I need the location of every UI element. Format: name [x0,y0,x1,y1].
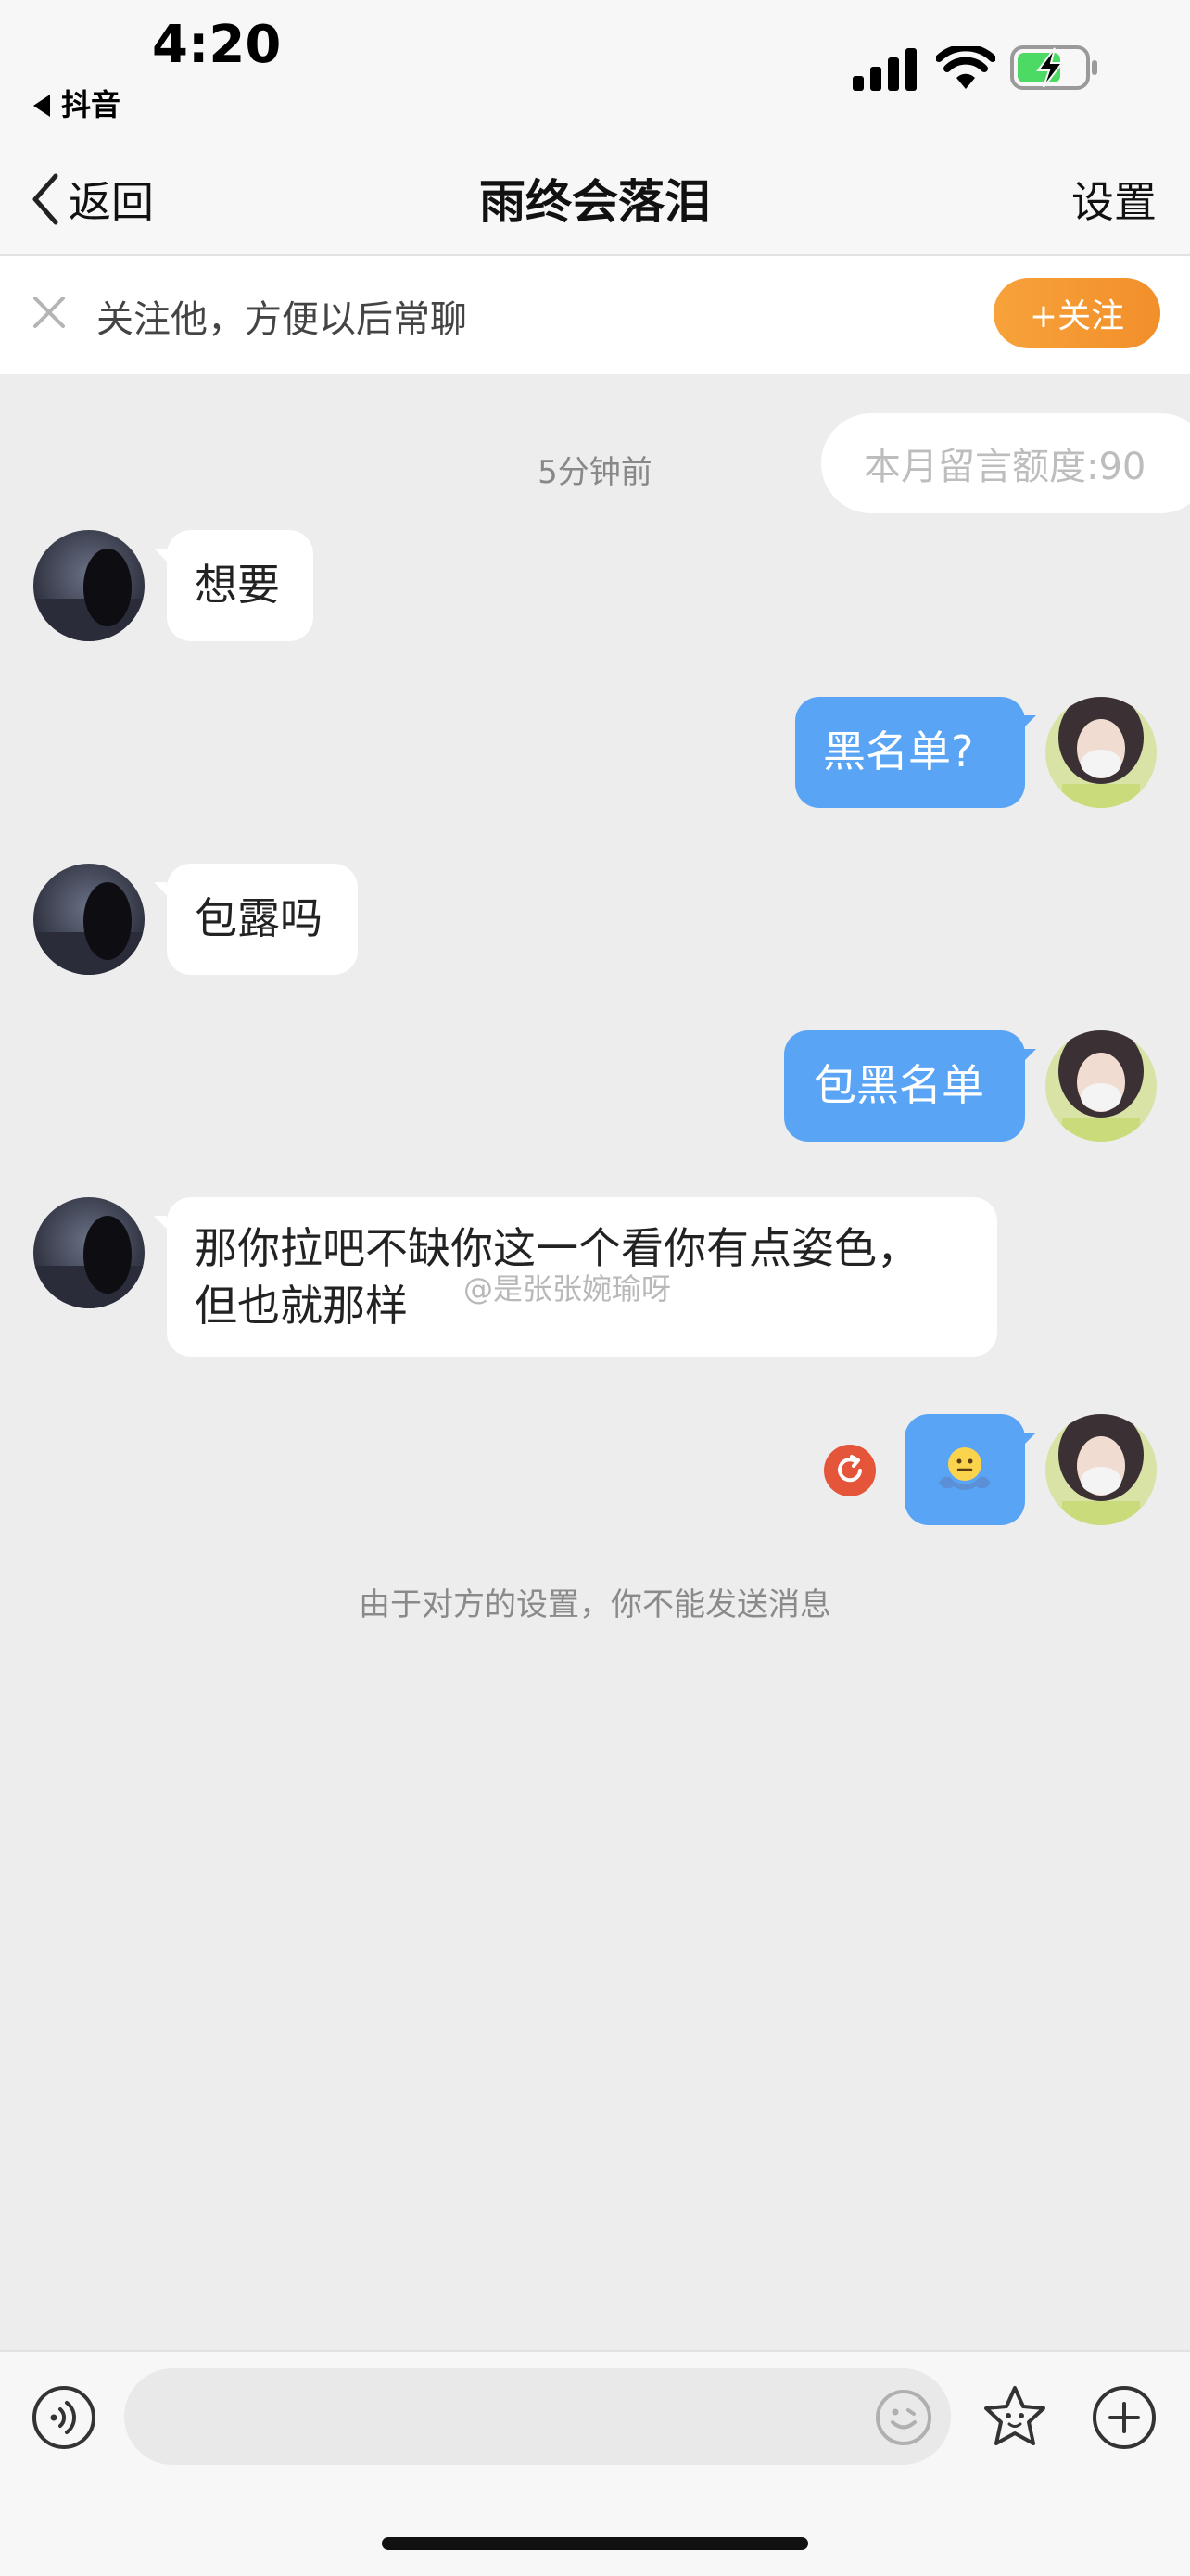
watermark-text: @是张张婉瑜呀 [463,1271,672,1307]
status-bar: 4:20 抖音 [0,0,1190,148]
bubble-tail [154,1216,167,1229]
back-to-app-link[interactable]: 抖音 [33,82,120,124]
voice-icon[interactable] [32,2385,96,2450]
nav-bar: 返回 雨终会落泪 设置 [0,148,1190,256]
settings-button[interactable]: 设置 [1071,169,1157,230]
bubble-tail [154,882,167,895]
contact-avatar[interactable] [33,864,145,975]
signal-icon [853,48,917,91]
bubble-tail [154,549,167,562]
outgoing-message[interactable] [905,1414,1025,1525]
contact-avatar[interactable] [33,1197,145,1308]
wifi-icon [936,46,995,89]
my-avatar[interactable] [1045,1414,1157,1525]
shrug-emoji-sticker [939,1447,991,1490]
home-indicator [382,2537,808,2550]
back-triangle-icon [33,95,50,117]
back-app-label: 抖音 [61,87,121,122]
follow-banner: 关注他，方便以后常聊 +关注 [0,256,1190,374]
bubble-tail [1023,1433,1036,1446]
incoming-message[interactable]: 包露吗 [167,864,358,975]
chat-title: 雨终会落泪 [479,175,711,229]
status-time: 4:20 [152,15,282,75]
plus-icon[interactable] [1092,2385,1157,2450]
outgoing-message[interactable]: 黑名单? [795,697,1025,808]
battery-charging-icon [1010,45,1097,90]
smiley-icon[interactable] [875,2389,932,2446]
message-input[interactable] [124,2368,951,2465]
close-icon[interactable] [30,293,69,332]
outgoing-message[interactable]: 包黑名单 [784,1030,1025,1142]
message-timestamp: 5分钟前 [538,454,652,491]
incoming-message[interactable]: 想要 [167,530,313,641]
follow-prompt-text: 关注他，方便以后常聊 [96,298,467,341]
contact-avatar[interactable] [33,530,145,641]
star-face-icon[interactable] [981,2383,1049,2450]
send-failed-retry-icon[interactable] [823,1444,877,1497]
bubble-tail [1023,1049,1036,1062]
my-avatar[interactable] [1045,697,1157,808]
blocked-notice: 由于对方的设置，你不能发送消息 [359,1586,831,1623]
follow-button[interactable]: +关注 [994,278,1160,348]
my-avatar[interactable] [1045,1030,1157,1142]
bubble-tail [1023,715,1036,728]
